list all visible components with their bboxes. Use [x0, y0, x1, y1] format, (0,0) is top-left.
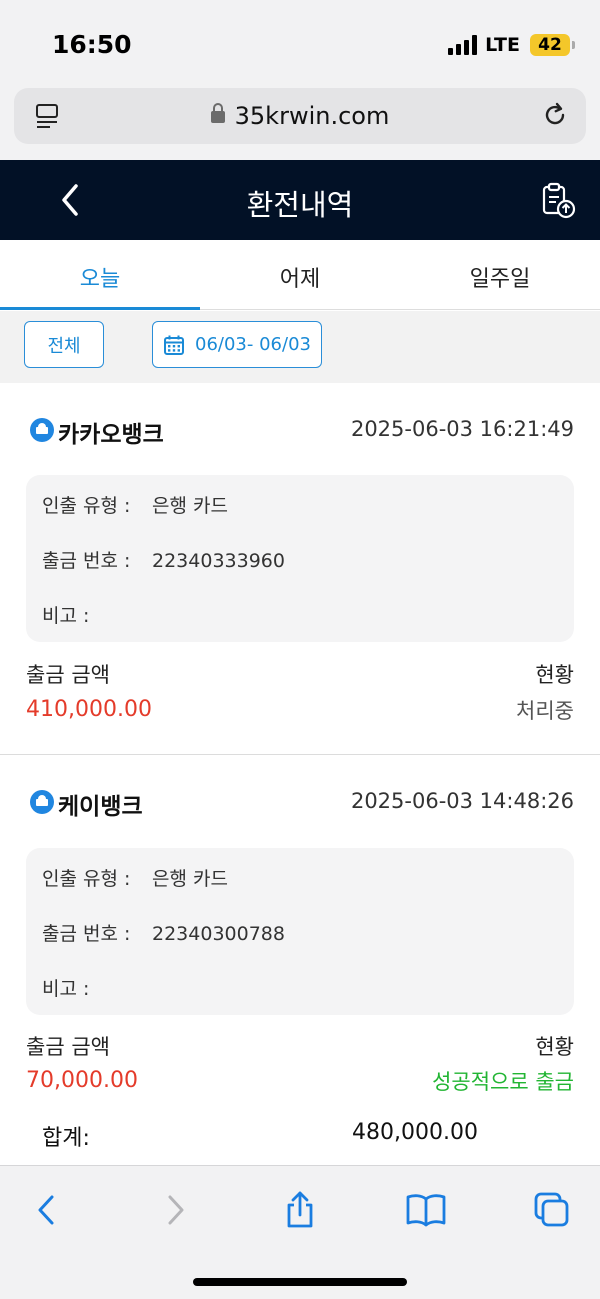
tab-yesterday[interactable]: 어제: [200, 240, 400, 309]
bank-icon: [30, 418, 54, 442]
amount-label: 출금 금액: [26, 663, 110, 687]
bank-name: 케이뱅크: [58, 794, 143, 820]
total-value: 480,000.00: [352, 1120, 478, 1145]
withdraw-number-row: 출금 번호 : 22340333960: [42, 546, 285, 573]
withdraw-number-value: 22340300788: [152, 923, 285, 945]
record-header: 카카오뱅크 2025-06-03 16:21:49: [30, 411, 574, 451]
record-detail-box: 인출 유형 : 은행 카드 출금 번호 : 22340333960 비고 :: [26, 475, 574, 642]
amount-value: 70,000.00: [26, 1068, 138, 1093]
battery-level: 42: [538, 35, 562, 55]
filter-row: 전체 06/03- 06/03: [0, 311, 600, 383]
clipboard-upload-icon: [542, 182, 576, 219]
withdraw-type-row: 인출 유형 : 은행 카드: [42, 864, 228, 891]
status-time: 16:50: [52, 30, 132, 59]
lock-icon: [210, 103, 225, 123]
address-bar[interactable]: 35krwin.com: [14, 88, 586, 144]
withdraw-number-value: 22340333960: [152, 550, 285, 572]
date-range-button[interactable]: 06/03- 06/03: [152, 321, 322, 368]
withdraw-number-label: 출금 번호 :: [42, 550, 131, 572]
browser-toolbar: 35krwin.com: [0, 88, 600, 160]
tabs-icon: [534, 1192, 569, 1227]
note-row: 비고 :: [42, 974, 152, 1001]
record-datetime: 2025-06-03 16:21:49: [350, 417, 574, 441]
record-datetime: 2025-06-03 14:48:26: [350, 789, 574, 813]
home-indicator[interactable]: [193, 1278, 407, 1286]
chevron-left-icon: [38, 1195, 54, 1225]
app-header: 환전내역: [0, 160, 600, 240]
status-value: 성공적으로 출금: [432, 1070, 574, 1094]
filter-all-button[interactable]: 전체: [24, 321, 104, 368]
period-tabs: 오늘 어제 일주일: [0, 240, 600, 310]
withdraw-type-row: 인출 유형 : 은행 카드: [42, 491, 228, 518]
note-row: 비고 :: [42, 601, 152, 628]
share-button[interactable]: [280, 1190, 320, 1230]
reload-icon[interactable]: [540, 100, 570, 134]
status-value: 처리중: [516, 699, 574, 723]
record-header: 케이뱅크 2025-06-03 14:48:26: [30, 783, 574, 823]
withdrawal-record: 케이뱅크 2025-06-03 14:48:26 인출 유형 : 은행 카드 출금…: [0, 755, 600, 1120]
history-document-button[interactable]: [538, 180, 578, 220]
withdraw-type-value: 은행 카드: [152, 495, 228, 517]
status-bar: 16:50 LTE 42: [0, 0, 600, 88]
note-label: 비고 :: [42, 605, 90, 627]
withdraw-type-label: 인출 유형 :: [42, 495, 131, 517]
tab-week[interactable]: 일주일: [400, 240, 600, 309]
status-label: 현황: [535, 663, 574, 687]
url-display[interactable]: 35krwin.com: [14, 102, 586, 130]
bank-icon: [30, 790, 54, 814]
tabs-button[interactable]: [532, 1190, 572, 1230]
withdraw-type-label: 인출 유형 :: [42, 868, 131, 890]
bookmarks-button[interactable]: [404, 1190, 446, 1230]
tab-today[interactable]: 오늘: [0, 240, 200, 310]
status-indicators: LTE 42: [448, 34, 575, 56]
page-title: 환전내역: [246, 188, 354, 222]
withdraw-type-value: 은행 카드: [152, 868, 228, 890]
browser-bottom-bar: [0, 1165, 600, 1299]
record-detail-box: 인출 유형 : 은행 카드 출금 번호 : 22340300788 비고 :: [26, 848, 574, 1015]
withdrawal-record: 카카오뱅크 2025-06-03 16:21:49 인출 유형 : 은행 카드 출…: [0, 383, 600, 754]
date-range-text: 06/03- 06/03: [195, 334, 311, 355]
browser-back-button[interactable]: [28, 1190, 68, 1230]
amount-label: 출금 금액: [26, 1035, 110, 1059]
chevron-right-icon: [168, 1195, 184, 1225]
battery-icon: 42: [530, 34, 575, 56]
url-text: 35krwin.com: [234, 102, 390, 130]
status-label: 현황: [535, 1035, 574, 1059]
total-label: 합계:: [42, 1126, 90, 1151]
network-type: LTE: [485, 34, 520, 56]
share-icon: [287, 1191, 313, 1228]
withdraw-number-row: 출금 번호 : 22340300788: [42, 919, 285, 946]
signal-icon: [448, 35, 478, 55]
note-label: 비고 :: [42, 978, 90, 1000]
bank-name: 카카오뱅크: [58, 422, 164, 448]
withdraw-number-label: 출금 번호 :: [42, 923, 131, 945]
amount-value: 410,000.00: [26, 697, 152, 722]
book-icon: [406, 1194, 446, 1227]
calendar-icon: [164, 335, 185, 355]
browser-forward-button[interactable]: [156, 1190, 196, 1230]
